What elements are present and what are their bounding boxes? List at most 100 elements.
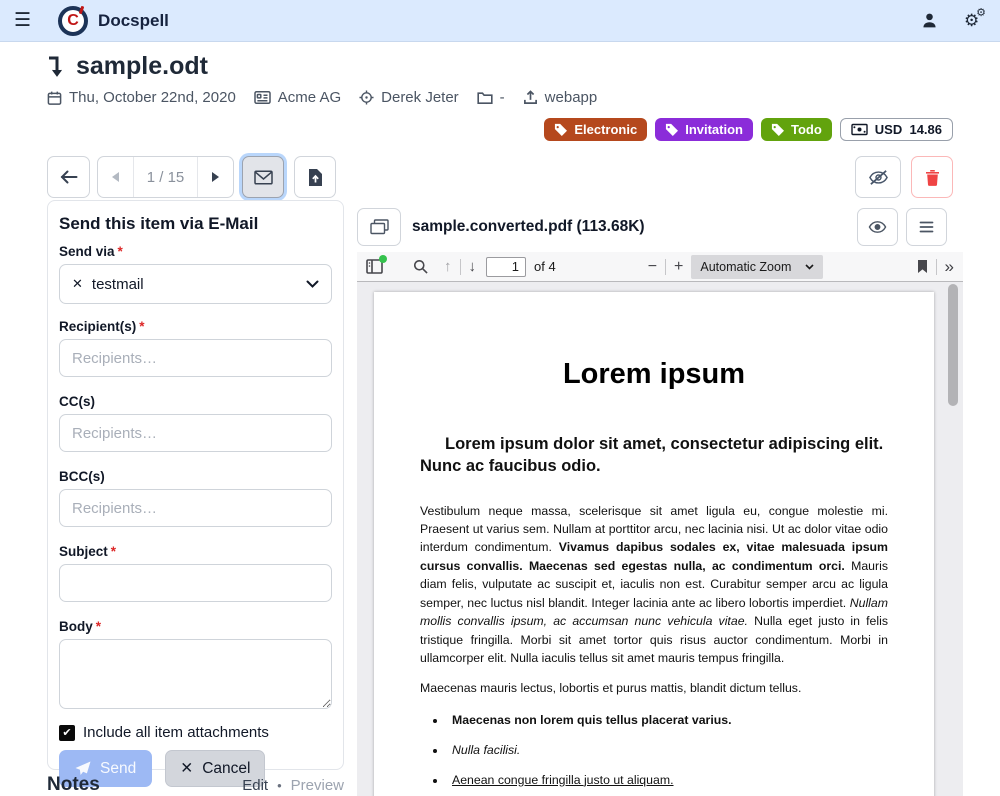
body-textarea[interactable] <box>59 639 332 709</box>
chevron-left-icon <box>112 172 119 182</box>
tag-icon <box>554 123 567 136</box>
tag-todo[interactable]: Todo <box>761 118 832 141</box>
chevron-down-icon <box>306 280 319 288</box>
crosshairs-icon <box>359 90 374 105</box>
item-correspondent: Acme AG <box>254 89 341 106</box>
attachment-name: sample.converted.pdf (113.68K) <box>412 218 645 236</box>
cc-label: CC(s) <box>59 394 332 409</box>
money-bill-icon <box>851 123 868 136</box>
add-file-button[interactable] <box>294 156 336 198</box>
brand-title: Docspell <box>98 11 169 31</box>
pdf-more-tools-icon[interactable]: » <box>945 257 954 277</box>
trash-icon <box>925 169 940 186</box>
send-mail-panel: Send this item via E-Mail Send via* ✕ te… <box>47 200 344 770</box>
eye-slash-icon <box>868 169 889 186</box>
item-metadata-row: Thu, October 22nd, 2020 Acme AG Derek Je… <box>47 89 597 106</box>
chevron-down-icon <box>805 264 814 270</box>
checkbox-checked-icon[interactable]: ✔ <box>59 725 75 741</box>
body-label: Body* <box>59 619 332 634</box>
document-bullet-list: Maecenas non lorem quis tellus placerat … <box>420 712 888 796</box>
arrow-left-icon <box>60 170 78 184</box>
item-concerning-person: Derek Jeter <box>359 89 459 106</box>
docspell-logo: C <box>58 6 88 36</box>
eye-icon <box>868 220 887 234</box>
pdf-next-page-icon[interactable]: ↓ <box>469 259 477 274</box>
chevron-right-icon <box>212 172 219 182</box>
hamburger-menu-icon[interactable]: ☰ <box>14 9 31 32</box>
send-via-select[interactable]: ✕ testmail <box>59 264 332 304</box>
pdf-page: Lorem ipsum Lorem ipsum dolor sit amet, … <box>374 292 934 796</box>
list-item: Nulla facilisi. <box>447 742 888 760</box>
attachment-header: sample.converted.pdf (113.68K) <box>357 207 963 247</box>
document-paragraph-1: Vestibulum neque massa, scelerisque sit … <box>420 502 888 668</box>
recipients-label: Recipient(s)* <box>59 319 332 334</box>
tag-icon <box>665 123 678 136</box>
item-date: Thu, October 22nd, 2020 <box>47 89 236 106</box>
item-title-row: sample.odt <box>47 52 208 81</box>
send-via-label: Send via* <box>59 244 332 259</box>
amount-badge[interactable]: USD 14.86 <box>840 118 953 141</box>
tag-icon <box>771 123 784 136</box>
notes-section: Notes Edit • Preview <box>47 774 344 796</box>
folder-icon <box>477 91 493 105</box>
pdf-content-area[interactable]: Lorem ipsum Lorem ipsum dolor sit amet, … <box>357 282 963 796</box>
attachment-thumbnails-button[interactable] <box>357 208 401 246</box>
document-title: Lorem ipsum <box>420 358 888 391</box>
item-name: sample.odt <box>76 52 208 81</box>
prev-page-button[interactable] <box>98 157 134 197</box>
bcc-input[interactable] <box>59 489 332 527</box>
bcc-label: BCC(s) <box>59 469 332 484</box>
notes-edit-link[interactable]: Edit <box>242 777 268 794</box>
send-via-value: testmail <box>92 276 144 293</box>
level-down-icon <box>47 55 64 79</box>
pdf-page-input[interactable] <box>486 257 526 277</box>
list-item: Maecenas non lorem quis tellus placerat … <box>447 712 888 730</box>
bars-icon <box>919 221 934 233</box>
address-card-icon <box>254 90 271 105</box>
images-icon <box>370 219 389 235</box>
attachment-menu-button[interactable] <box>906 208 947 246</box>
tag-electronic[interactable]: Electronic <box>544 118 647 141</box>
tag-invitation[interactable]: Invitation <box>655 118 753 141</box>
notes-preview-link[interactable]: Preview <box>291 777 344 794</box>
subject-input[interactable] <box>59 564 332 602</box>
delete-button[interactable] <box>911 156 953 198</box>
document-subtitle: Lorem ipsum dolor sit amet, consectetur … <box>420 433 888 478</box>
envelope-icon <box>254 170 273 185</box>
separator-dot: • <box>277 778 282 793</box>
pdf-prev-page-icon[interactable]: ↑ <box>444 259 452 274</box>
settings-cogs-icon[interactable]: ⚙⚙ <box>964 11 986 31</box>
calendar-icon <box>47 90 62 106</box>
list-item: Aenean congue fringilla justo ut aliquam… <box>447 772 888 790</box>
pdf-search-icon[interactable] <box>413 259 428 274</box>
pdf-page-count: of 4 <box>534 259 556 274</box>
clear-selection-icon[interactable]: ✕ <box>72 276 83 292</box>
user-icon[interactable] <box>921 12 938 29</box>
item-folder: - <box>477 89 505 106</box>
back-button[interactable] <box>47 156 90 198</box>
mail-form-heading: Send this item via E-Mail <box>59 214 332 234</box>
pdf-sidebar-toggle-icon[interactable] <box>366 259 383 274</box>
pdf-scrollbar-thumb[interactable] <box>948 284 958 406</box>
tags-row: Electronic Invitation Todo USD 14.86 <box>544 118 953 141</box>
pdf-toolbar: ↑ ↓ of 4 − + Automatic Zoom » <box>357 252 963 282</box>
attachment-view-button[interactable] <box>857 208 898 246</box>
upload-icon <box>523 90 538 105</box>
unconfirm-button[interactable] <box>855 156 901 198</box>
pdf-zoom-in-icon[interactable]: + <box>674 259 683 275</box>
pdf-viewer: ↑ ↓ of 4 − + Automatic Zoom » Lorem ipsu… <box>357 252 963 796</box>
sidebar-notification-dot <box>379 255 387 263</box>
send-mail-button[interactable] <box>242 156 284 198</box>
top-navbar: ☰ C Docspell ⚙⚙ <box>0 0 1000 42</box>
page-indicator: 1 / 15 <box>134 157 197 197</box>
pdf-zoom-select[interactable]: Automatic Zoom <box>691 255 823 279</box>
next-page-button[interactable] <box>197 157 233 197</box>
recipients-input[interactable] <box>59 339 332 377</box>
attachments-checkbox-row[interactable]: ✔ Include all item attachments <box>59 724 332 741</box>
subject-label: Subject* <box>59 544 332 559</box>
attachment-pager: 1 / 15 <box>97 156 234 198</box>
pdf-zoom-out-icon[interactable]: − <box>648 259 657 275</box>
file-upload-icon <box>308 168 323 187</box>
pdf-bookmark-icon[interactable] <box>917 259 928 274</box>
cc-input[interactable] <box>59 414 332 452</box>
